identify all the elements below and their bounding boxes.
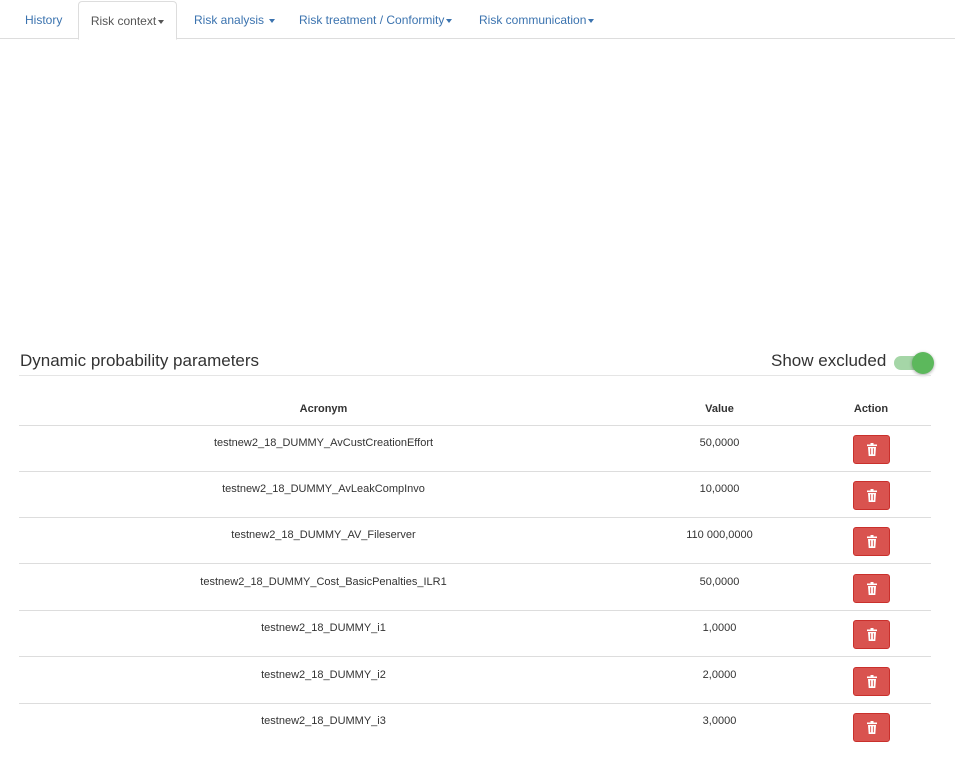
table-row: testnew2_18_DUMMY_i2 2,0000	[19, 658, 931, 704]
delete-button[interactable]	[853, 713, 890, 742]
delete-button[interactable]	[853, 620, 890, 649]
column-header-action: Action	[853, 403, 889, 415]
acronym-cell: testnew2_18_DUMMY_AvCustCreationEffort	[213, 437, 434, 449]
value-cell: 1,0000	[702, 622, 737, 634]
trash-icon	[867, 443, 877, 456]
value-cell: 50,0000	[699, 437, 740, 449]
value-cell: 50,0000	[699, 576, 740, 588]
delete-button[interactable]	[853, 481, 890, 510]
acronym-cell: testnew2_18_DUMMY_AV_Fileserver	[231, 529, 416, 541]
trash-icon	[867, 582, 877, 595]
trash-icon	[867, 628, 877, 641]
caret-down-icon	[588, 18, 595, 23]
tab-risk-context-label: Risk context	[90, 14, 157, 28]
table-row: testnew2_18_DUMMY_AV_Fileserver 110 000,…	[19, 518, 931, 564]
delete-button[interactable]	[853, 527, 890, 556]
acronym-cell: testnew2_18_DUMMY_i1	[261, 622, 386, 634]
value-cell: 2,0000	[702, 669, 737, 681]
table-row: testnew2_18_DUMMY_AvCustCreationEffort 5…	[19, 426, 931, 472]
caret-down-icon	[269, 18, 276, 23]
trash-icon	[867, 675, 877, 688]
tab-risk-treatment-label: Risk treatment / Conformity	[299, 13, 445, 27]
acronym-cell: testnew2_18_DUMMY_i2	[261, 669, 386, 681]
trash-icon	[867, 721, 877, 734]
trash-icon	[867, 489, 877, 502]
table-row: testnew2_18_DUMMY_AvLeakCompInvo 10,0000	[19, 472, 931, 518]
column-header-value: Value	[705, 403, 734, 415]
delete-button[interactable]	[853, 667, 890, 696]
table-row: testnew2_18_DUMMY_i3 3,0000	[19, 704, 931, 750]
value-cell: 3,0000	[702, 715, 737, 727]
tab-bar: History Risk context Risk analysis Risk …	[0, 0, 955, 40]
tab-history-label: History	[25, 13, 63, 27]
acronym-cell: testnew2_18_DUMMY_Cost_BasicPenalties_IL…	[200, 576, 447, 588]
acronym-cell: testnew2_18_DUMMY_AvLeakCompInvo	[222, 483, 425, 495]
tab-risk-communication-label: Risk communication	[479, 13, 587, 27]
tab-risk-communication[interactable]: Risk communication	[479, 0, 595, 39]
show-excluded-toggle[interactable]	[893, 352, 935, 374]
caret-down-icon	[446, 18, 453, 23]
tab-risk-analysis-label: Risk analysis	[194, 13, 265, 27]
delete-button[interactable]	[853, 574, 890, 603]
value-cell: 10,0000	[699, 483, 740, 495]
delete-button[interactable]	[853, 435, 890, 464]
section-title: Dynamic probability parameters	[20, 351, 260, 370]
trash-icon	[867, 535, 877, 548]
tab-history[interactable]: History	[25, 0, 62, 39]
show-excluded-label: Show excluded	[771, 351, 887, 370]
table-row: testnew2_18_DUMMY_i1 1,0000	[19, 611, 931, 657]
column-header-acronym: Acronym	[299, 403, 348, 415]
section-divider	[19, 375, 931, 376]
tab-risk-context[interactable]: Risk context	[78, 1, 177, 40]
caret-down-icon	[158, 19, 165, 24]
acronym-cell: testnew2_18_DUMMY_i3	[261, 715, 386, 727]
tab-risk-treatment[interactable]: Risk treatment / Conformity	[299, 0, 453, 39]
tab-risk-analysis[interactable]: Risk analysis	[194, 0, 276, 39]
value-cell: 110 000,0000	[686, 529, 753, 541]
table-row: testnew2_18_DUMMY_Cost_BasicPenalties_IL…	[19, 565, 931, 611]
toggle-thumb[interactable]	[912, 352, 934, 374]
